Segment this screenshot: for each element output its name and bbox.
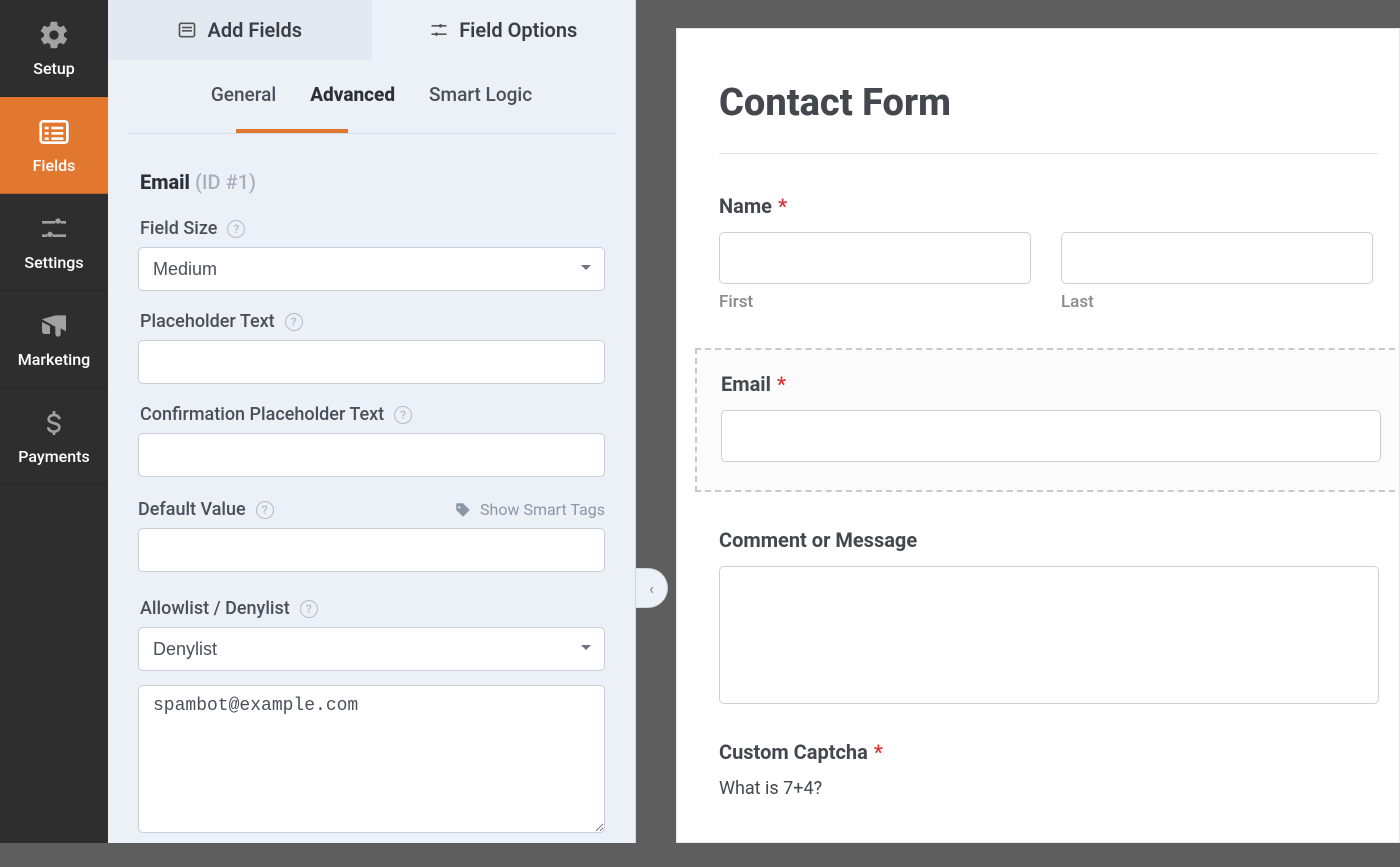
allowlist-mode-select[interactable]: Denylist [138, 627, 605, 671]
help-icon[interactable]: ? [256, 501, 274, 519]
advanced-options-form: Email (ID #1) Field Size ? Medium Placeh… [108, 134, 635, 867]
rail-settings-label: Settings [24, 253, 83, 272]
captcha-label: Custom Captcha* [719, 740, 1399, 764]
list-icon [38, 116, 70, 148]
form-preview-pane: Contact Form Name* First Last [636, 0, 1400, 843]
email-label-text: Email [721, 372, 771, 396]
email-label: Email* [721, 372, 1379, 396]
captcha-question: What is 7+4? [719, 778, 1399, 799]
show-smart-tags[interactable]: Show Smart Tags [454, 500, 605, 519]
tag-icon [454, 501, 472, 519]
options-panel: Add Fields Field Options General Advance… [108, 0, 636, 843]
first-name-sublabel: First [719, 292, 1031, 312]
field-heading-id: (ID #1) [195, 170, 256, 194]
subtab-bar: General Advanced Smart Logic [128, 78, 615, 134]
subtab-advanced[interactable]: Advanced [310, 83, 395, 128]
options-sliders-icon [429, 20, 449, 40]
field-size-label-text: Field Size [140, 218, 217, 239]
email-input[interactable] [721, 410, 1381, 462]
last-name-sublabel: Last [1061, 292, 1373, 312]
bullhorn-icon [38, 310, 70, 342]
name-label: Name* [719, 194, 1399, 218]
comment-label: Comment or Message [719, 528, 1399, 552]
required-asterisk: * [777, 372, 786, 396]
rail-marketing-label: Marketing [18, 350, 90, 369]
required-asterisk: * [778, 194, 787, 218]
form-preview-card: Contact Form Name* First Last [676, 28, 1400, 843]
last-name-input[interactable] [1061, 232, 1373, 284]
field-size-select[interactable]: Medium [138, 247, 605, 291]
confirm-placeholder-input[interactable] [138, 433, 605, 477]
rail-fields-label: Fields [33, 156, 76, 175]
first-name-input[interactable] [719, 232, 1031, 284]
allowlist-textarea[interactable]: spambot@example.com [138, 685, 605, 833]
help-icon[interactable]: ? [285, 313, 303, 331]
help-icon[interactable]: ? [300, 600, 318, 618]
rail-settings[interactable]: Settings [0, 194, 108, 291]
field-size-label: Field Size ? [140, 218, 605, 239]
tab-add-fields[interactable]: Add Fields [108, 0, 372, 60]
form-title: Contact Form [719, 81, 1399, 125]
default-value-label: Default Value ? [138, 499, 274, 520]
tab-field-options[interactable]: Field Options [372, 0, 636, 60]
captcha-field-block[interactable]: Custom Captcha* What is 7+4? [719, 740, 1399, 799]
field-heading: Email (ID #1) [140, 170, 605, 194]
rail-marketing[interactable]: Marketing [0, 291, 108, 388]
name-field-block[interactable]: Name* First Last [719, 194, 1399, 312]
default-value-input[interactable] [138, 528, 605, 572]
divider [719, 153, 1379, 154]
tab-field-options-label: Field Options [459, 18, 577, 42]
allowlist-label: Allowlist / Denylist ? [140, 598, 605, 619]
rail-setup[interactable]: Setup [0, 0, 108, 97]
rail-fields[interactable]: Fields [0, 97, 108, 194]
form-icon [177, 20, 197, 40]
captcha-label-text: Custom Captcha [719, 740, 868, 764]
rail-setup-label: Setup [33, 59, 74, 78]
required-asterisk: * [874, 740, 883, 764]
rail-payments-label: Payments [18, 447, 89, 466]
placeholder-label: Placeholder Text ? [140, 311, 605, 332]
help-icon[interactable]: ? [227, 220, 245, 238]
email-field-block-selected[interactable]: Email* [695, 348, 1400, 492]
left-rail: Setup Fields Settings Marketing Payments [0, 0, 108, 843]
dollar-icon [38, 407, 70, 439]
placeholder-input[interactable] [138, 340, 605, 384]
allowlist-label-text: Allowlist / Denylist [140, 598, 290, 619]
rail-payments[interactable]: Payments [0, 388, 108, 485]
panel-tabs: Add Fields Field Options [108, 0, 635, 60]
placeholder-label-text: Placeholder Text [140, 311, 275, 332]
subtab-smart-logic[interactable]: Smart Logic [429, 83, 532, 128]
comment-field-block[interactable]: Comment or Message [719, 528, 1399, 704]
comment-textarea[interactable] [719, 566, 1379, 704]
default-value-label-text: Default Value [138, 499, 246, 520]
confirm-placeholder-label: Confirmation Placeholder Text ? [140, 404, 605, 425]
name-label-text: Name [719, 194, 772, 218]
sliders-icon [38, 213, 70, 245]
help-icon[interactable]: ? [394, 406, 412, 424]
field-heading-name: Email [140, 170, 190, 194]
subtab-general[interactable]: General [211, 83, 276, 128]
confirm-placeholder-label-text: Confirmation Placeholder Text [140, 404, 384, 425]
gear-icon [38, 19, 70, 51]
show-smart-tags-label: Show Smart Tags [480, 500, 605, 519]
tab-add-fields-label: Add Fields [207, 18, 302, 42]
